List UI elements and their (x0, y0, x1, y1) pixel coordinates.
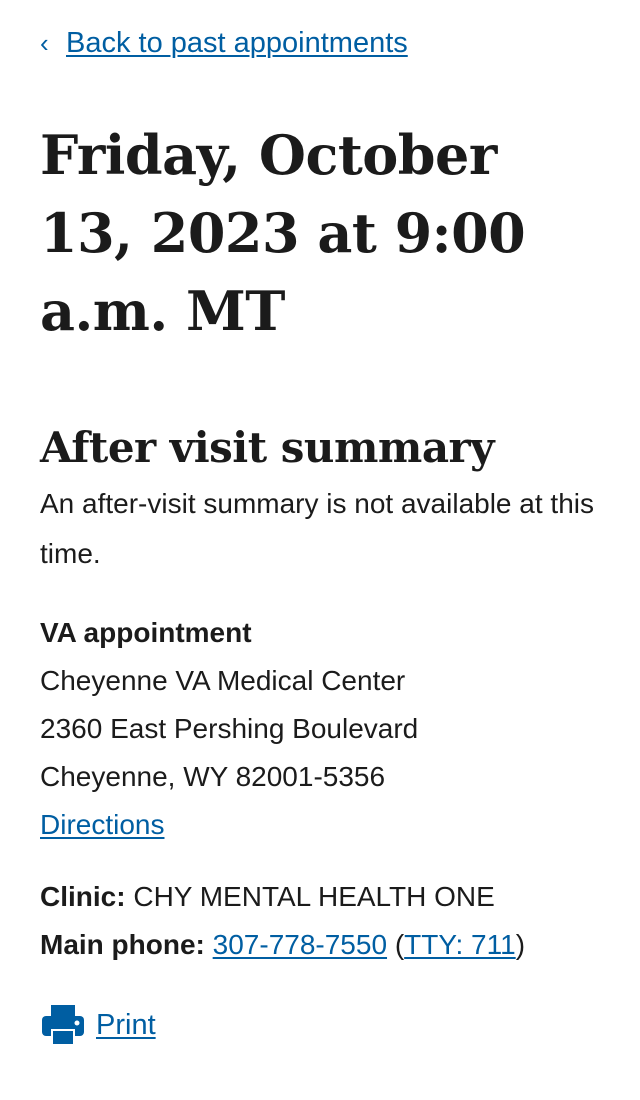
phone-row: Main phone: 307-778-7550 (TTY: 711) (40, 921, 620, 969)
facility-city-state-zip: Cheyenne, WY 82001-5356 (40, 761, 386, 792)
location-block: VA appointment Cheyenne VA Medical Cente… (40, 609, 620, 849)
phone-close-paren: ) (515, 929, 526, 960)
after-visit-summary-heading: After visit summary (40, 423, 495, 472)
back-to-past-appointments-link[interactable]: ‹ Back to past appointments (40, 24, 408, 62)
tty-link[interactable]: TTY: 711 (404, 929, 516, 960)
after-visit-summary-message: An after-visit summary is not available … (40, 488, 594, 569)
page-title: Friday, October 13, 2023 at 9:00 a.m. MT (40, 123, 526, 343)
back-link-label[interactable]: Back to past appointments (66, 24, 408, 62)
main-phone-label: Main phone: (40, 929, 205, 960)
clinic-value: CHY MENTAL HEALTH ONE (133, 881, 495, 912)
main-phone-link[interactable]: 307-778-7550 (213, 929, 387, 960)
clinic-phone-block: Clinic: CHY MENTAL HEALTH ONE Main phone… (40, 873, 620, 969)
directions-link[interactable]: Directions (40, 809, 164, 840)
phone-open-paren: ( (394, 929, 405, 960)
clinic-row: Clinic: CHY MENTAL HEALTH ONE (40, 873, 620, 921)
chevron-left-icon: ‹ (40, 28, 49, 58)
appointment-type-label: VA appointment (40, 617, 252, 648)
facility-street: 2360 East Pershing Boulevard (40, 713, 419, 744)
printer-icon (40, 1003, 86, 1047)
facility-name: Cheyenne VA Medical Center (40, 665, 406, 696)
print-label[interactable]: Print (96, 1003, 156, 1047)
print-button[interactable]: Print (40, 1003, 156, 1047)
clinic-label: Clinic: (40, 881, 126, 912)
